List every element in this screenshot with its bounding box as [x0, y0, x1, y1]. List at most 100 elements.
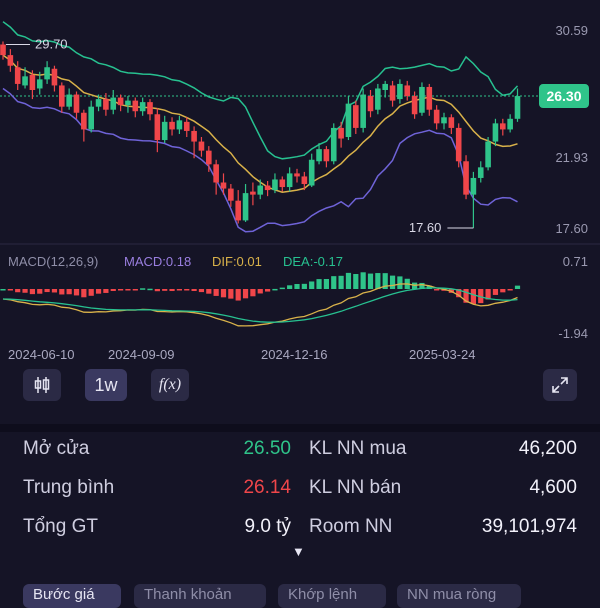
candle-body — [441, 117, 447, 124]
candlestick-icon-glyph — [34, 377, 50, 393]
tab-foreign-net-buy[interactable]: NN mua ròng — [397, 584, 521, 608]
high-marker-label: 29.70 — [35, 36, 68, 51]
candle-body — [470, 177, 477, 195]
macd-histogram-bar — [228, 289, 234, 299]
candle-body — [44, 67, 50, 80]
macd-histogram-bar — [375, 273, 381, 289]
macd-histogram-bar — [140, 288, 146, 290]
macd-histogram-bar — [7, 289, 13, 291]
timeframe-button[interactable]: 1w — [85, 369, 127, 401]
price-axis-label: 17.60 — [555, 221, 588, 236]
candle-body — [51, 68, 58, 86]
candle-body — [419, 86, 425, 113]
macd-histogram-bar — [162, 289, 168, 291]
tab-matched-orders[interactable]: Khớp lệnh — [278, 584, 386, 608]
candle-body — [183, 121, 190, 131]
candle-body — [455, 127, 462, 162]
candle-body — [206, 150, 212, 165]
price-axis-label: 30.59 — [555, 23, 588, 38]
fullscreen-arrows-icon — [552, 377, 568, 393]
candle-body — [88, 106, 94, 130]
candle-body — [375, 88, 381, 110]
macd-histogram-bar — [184, 289, 190, 291]
candle-body — [257, 185, 264, 195]
candle-body — [338, 127, 344, 139]
room-label: Room NN — [309, 516, 393, 537]
macd-legend-text: DIF:0.01 — [212, 254, 262, 269]
nn-sell-label: KL NN bán — [309, 477, 402, 498]
stats-row-open: Mở cửa 26.50 KL NN mua 46,200 — [0, 438, 600, 468]
macd-histogram-bar — [44, 289, 50, 293]
candle-body — [485, 141, 491, 168]
candle-body — [161, 121, 168, 141]
candle-body — [514, 96, 521, 119]
candle-body — [250, 191, 256, 195]
indicator-function-icon[interactable]: f(x) — [151, 369, 189, 401]
candle-body — [411, 96, 418, 115]
macd-histogram-bar — [235, 289, 241, 301]
macd-histogram-bar — [118, 289, 124, 291]
expand-stats-icon[interactable]: ▼ — [292, 544, 305, 559]
macd-histogram-bar — [0, 289, 6, 291]
macd-histogram-bar — [507, 289, 513, 291]
macd-histogram-bar — [397, 276, 403, 289]
candle-body — [220, 182, 227, 189]
section-divider — [0, 424, 600, 432]
indicator-function-label: f(x) — [158, 376, 182, 393]
macd-histogram-bar — [353, 274, 359, 289]
nn-buy-label: KL NN mua — [309, 438, 407, 459]
date-axis-label: 2024-06-10 — [8, 347, 75, 362]
macd-histogram-bar — [367, 273, 374, 289]
candle-body — [95, 99, 102, 107]
macd-histogram-bar — [492, 289, 499, 295]
candle-body — [29, 74, 36, 90]
candle-body — [73, 94, 80, 113]
macd-histogram-bar — [147, 288, 153, 291]
candle-body — [272, 179, 278, 191]
candle-body — [191, 130, 197, 142]
candle-body — [154, 114, 161, 141]
macd-histogram-bar — [132, 289, 138, 291]
macd-histogram-bar — [213, 289, 219, 296]
macd-histogram-bar — [37, 289, 43, 294]
candle-body — [0, 44, 6, 56]
low-marker-label: 17.60 — [409, 220, 442, 235]
average-label: Trung bình — [23, 477, 115, 498]
candle-body — [213, 164, 219, 183]
macd-histogram-bar — [434, 289, 440, 291]
tab-price-step[interactable]: Bước giá — [23, 584, 121, 608]
macd-histogram-bar — [51, 289, 58, 293]
total-value-label: Tổng GT — [23, 516, 98, 537]
candle-body — [147, 102, 153, 115]
macd-histogram-bar — [15, 289, 21, 293]
candle-body — [382, 83, 388, 90]
macd-histogram-bar — [81, 289, 87, 298]
macd-axis-label: -1.94 — [558, 326, 588, 341]
candle-body — [279, 179, 286, 188]
macd-histogram-bar — [301, 283, 307, 289]
candle-body — [330, 127, 337, 162]
date-axis-label: 2025-03-24 — [409, 347, 476, 362]
macd-histogram-bar — [338, 275, 344, 289]
current-price-badge-text: 26.30 — [546, 88, 581, 104]
nn-buy-value: 46,200 — [518, 438, 577, 459]
candle-body — [323, 149, 330, 162]
average-value: 26.14 — [243, 477, 291, 498]
candlestick-icon[interactable] — [23, 369, 61, 401]
price-axis-label: 21.93 — [555, 150, 588, 165]
tab-liquidity[interactable]: Thanh khoản — [134, 584, 266, 608]
expand-icon[interactable] — [543, 369, 577, 401]
candle-body — [132, 100, 139, 112]
price-chart[interactable]: 29.70 17.60 30.59 21.93 17.60 26.30 MACD(12,26… — [0, 0, 600, 370]
macd-histogram-bar — [59, 289, 65, 295]
candle-body — [198, 141, 205, 151]
macd-histogram-bar — [265, 289, 271, 292]
macd-histogram-bar — [294, 284, 300, 289]
macd-histogram-bar — [176, 289, 182, 291]
macd-histogram-bar — [323, 279, 329, 289]
candle-body — [345, 103, 352, 138]
candle-body — [507, 118, 513, 130]
macd-legend-text: MACD:0.18 — [124, 254, 191, 269]
candle-body — [81, 112, 87, 130]
macd-histogram-bar — [257, 289, 263, 294]
